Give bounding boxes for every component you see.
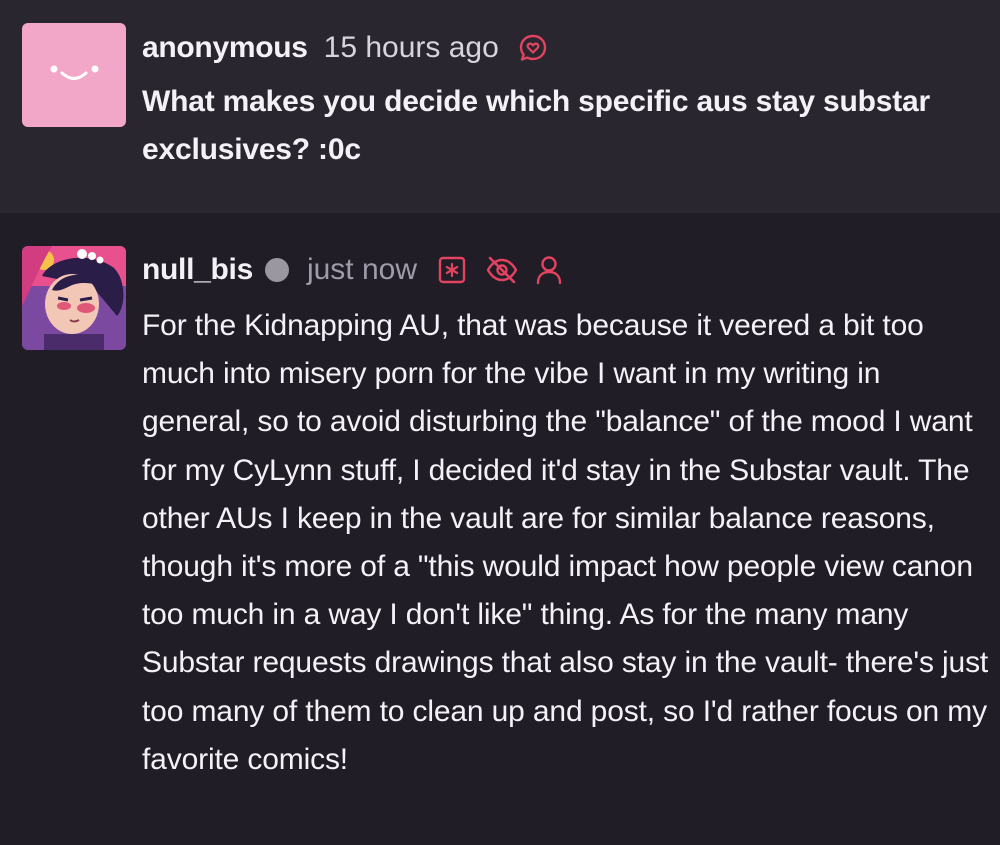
ask-timestamp: 15 hours ago <box>323 31 499 64</box>
null-bis-avatar[interactable] <box>22 246 126 350</box>
eye-off-icon[interactable] <box>485 255 519 285</box>
ask-username[interactable]: anonymous <box>142 31 308 65</box>
heart-speech-bubble-icon[interactable] <box>517 32 549 64</box>
answer-body-text: For the Kidnapping AU, that was because … <box>142 309 989 776</box>
answer-username[interactable]: null_bis <box>142 253 253 287</box>
user-icon[interactable] <box>535 255 563 285</box>
ask-header: anonymous 15 hours ago <box>142 28 549 68</box>
answer-header: null_bis just now <box>142 250 563 290</box>
ask-section: anonymous 15 hours ago What makes you de… <box>0 0 1000 213</box>
anonymous-avatar[interactable] <box>22 23 126 127</box>
asterisk-box-icon[interactable] <box>437 255 467 285</box>
answer-timestamp: just now <box>306 253 418 286</box>
status-dot-icon <box>264 258 289 282</box>
ask-question-text: What makes you decide which specific aus… <box>142 85 931 166</box>
